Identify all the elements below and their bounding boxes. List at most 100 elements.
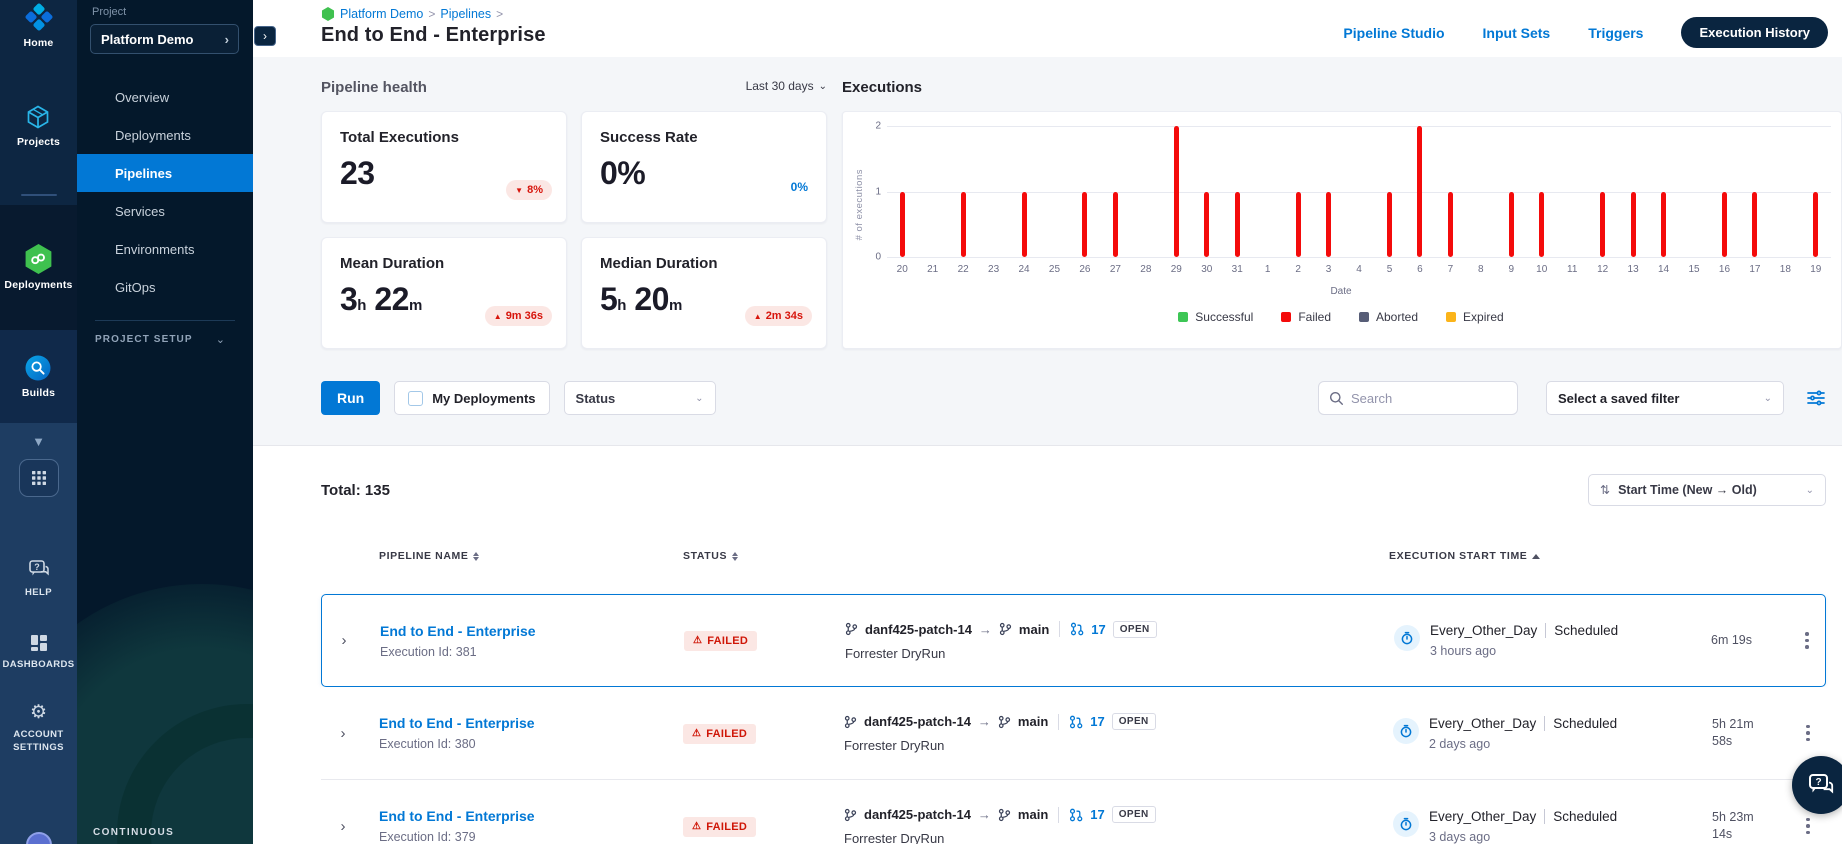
source-branch[interactable]: danf425-patch-14 xyxy=(864,714,971,729)
executions-section: Executions # of executions 2 1 0 20 21 2… xyxy=(842,79,1842,349)
chart-bar-slot: 11 xyxy=(1557,126,1587,283)
module-rail: Home Projects Deployments Builds ▼ ? HEL… xyxy=(0,0,77,844)
my-deployments-checkbox[interactable] xyxy=(408,390,424,406)
chart-x-tick: 3 xyxy=(1325,264,1332,275)
sidebar-item-deployments[interactable]: Deployments xyxy=(77,116,253,154)
sidebar-item-services[interactable]: Services xyxy=(77,192,253,230)
pipeline-name-link[interactable]: End to End - Enterprise xyxy=(379,808,671,824)
row-expand-chevron[interactable]: › xyxy=(321,725,365,742)
my-deployments-filter[interactable]: My Deployments xyxy=(394,381,550,415)
sidebar-item-pipelines[interactable]: Pipelines xyxy=(77,154,253,192)
chart-bar xyxy=(1447,191,1453,257)
execution-row[interactable]: › End to End - Enterprise Execution Id: … xyxy=(321,594,1826,687)
column-header-pipeline-name[interactable]: PIPELINE NAME xyxy=(365,550,671,562)
rail-module-builds[interactable]: Builds xyxy=(0,330,77,423)
divider xyxy=(1058,713,1060,730)
column-header-status[interactable]: STATUS xyxy=(671,550,831,562)
tab-execution-history[interactable]: Execution History xyxy=(1681,17,1828,48)
rail-item-home[interactable]: Home xyxy=(24,2,54,49)
time-range-label: Last 30 days xyxy=(745,79,814,93)
chart-x-tick: 22 xyxy=(957,264,969,275)
status-dropdown-label: Status xyxy=(575,390,616,406)
success-rate-value: 0% xyxy=(600,155,646,191)
arrow-right-icon: → xyxy=(977,807,991,822)
pr-number[interactable]: 17 xyxy=(1090,807,1104,822)
help-chat-icon: ? xyxy=(28,560,49,576)
run-button[interactable]: Run xyxy=(321,381,381,415)
rail-item-dashboards[interactable]: DASHBOARDS xyxy=(2,633,74,671)
pipeline-name-link[interactable]: End to End - Enterprise xyxy=(379,715,671,731)
project-hexagon-icon xyxy=(321,7,335,21)
sidebar-item-gitops[interactable]: GitOps xyxy=(77,268,253,306)
target-branch[interactable]: main xyxy=(1018,714,1048,729)
chevron-right-icon: › xyxy=(263,29,267,43)
module-picker-button[interactable] xyxy=(18,459,59,497)
target-branch[interactable]: main xyxy=(1019,622,1049,637)
chart-bar-slot: 20 xyxy=(887,126,917,283)
filter-settings-button[interactable] xyxy=(1806,389,1826,407)
rail-divider xyxy=(20,194,57,196)
builds-icon xyxy=(25,355,51,381)
search-input[interactable] xyxy=(1351,390,1507,406)
chart-bar-slot: 3 xyxy=(1313,126,1343,283)
chart-x-tick: 9 xyxy=(1508,264,1515,275)
breadcrumb-separator: > xyxy=(496,7,504,21)
row-menu-button[interactable] xyxy=(1790,724,1826,742)
executions-table-section: Total: 135 ⇅ Start Time (New → Old) ⌄ PI… xyxy=(253,446,1842,844)
project-selector[interactable]: Platform Demo › xyxy=(90,24,239,54)
time-range-dropdown[interactable]: Last 30 days ⌄ xyxy=(746,79,827,93)
breadcrumb-project[interactable]: Platform Demo xyxy=(340,7,423,21)
pr-number[interactable]: 17 xyxy=(1090,714,1104,729)
rail-module-deployments[interactable]: Deployments xyxy=(0,205,77,330)
project-setup-toggle[interactable]: PROJECT SETUP ⌄ xyxy=(77,333,253,346)
card-label: Mean Duration xyxy=(340,255,445,272)
rail-item-projects[interactable]: Projects xyxy=(17,103,60,148)
row-menu-button[interactable] xyxy=(1789,632,1825,649)
sidebar-expand-button[interactable]: › xyxy=(254,26,276,46)
status-dropdown[interactable]: Status ⌄ xyxy=(563,381,716,415)
breadcrumb-pipelines[interactable]: Pipelines xyxy=(440,7,491,21)
pr-number[interactable]: 17 xyxy=(1091,622,1105,637)
rail-item-account-settings[interactable]: ⚙ ACCOUNT SETTINGS xyxy=(0,703,77,754)
chevron-down-icon: ⌄ xyxy=(215,334,225,346)
execution-row[interactable]: › End to End - Enterprise Execution Id: … xyxy=(321,687,1826,780)
sidebar-divider xyxy=(95,320,235,321)
legend-item: Successful xyxy=(1178,310,1253,324)
chart-bar-slot: 30 xyxy=(1192,126,1222,283)
pipeline-name-link[interactable]: End to End - Enterprise xyxy=(380,623,672,639)
triangle-up-icon: ▲ xyxy=(493,311,502,321)
sort-dropdown[interactable]: ⇅ Start Time (New → Old) ⌄ xyxy=(1588,474,1826,506)
relative-time: 3 hours ago xyxy=(1430,644,1497,658)
tab-input-sets[interactable]: Input Sets xyxy=(1483,25,1551,41)
source-branch[interactable]: danf425-patch-14 xyxy=(864,807,971,822)
sidebar-item-overview[interactable]: Overview xyxy=(77,78,253,116)
filter-sliders-icon xyxy=(1807,390,1825,406)
rail-collapse-icon[interactable]: ▼ xyxy=(32,435,45,449)
chart-bar-slot: 17 xyxy=(1740,126,1770,283)
sidebar-item-environments[interactable]: Environments xyxy=(77,230,253,268)
median-duration-delta-badge: ▲ 2m 34s xyxy=(744,306,812,326)
user-avatar[interactable] xyxy=(25,832,52,844)
tab-pipeline-studio[interactable]: Pipeline Studio xyxy=(1343,25,1444,41)
rail-item-help[interactable]: ? HELP xyxy=(25,559,52,599)
saved-filter-dropdown[interactable]: Select a saved filter ⌄ xyxy=(1546,381,1784,415)
row-expand-chevron[interactable]: › xyxy=(321,818,365,835)
module-footer-label: CONTINUOUS xyxy=(93,827,175,838)
chart-bar-slot: 24 xyxy=(1009,126,1039,283)
rail-item-label: Home xyxy=(23,37,54,49)
target-branch[interactable]: main xyxy=(1018,807,1048,822)
executions-title: Executions xyxy=(842,79,923,96)
help-chat-fab[interactable]: ? xyxy=(1792,756,1842,814)
sidebar-footer: CONTINUOUS xyxy=(77,822,253,844)
chart-bar-slot: 19 xyxy=(1801,126,1831,283)
chart-bar xyxy=(1021,191,1027,257)
row-menu-button[interactable] xyxy=(1790,817,1826,835)
tab-triggers[interactable]: Triggers xyxy=(1588,25,1643,41)
row-expand-chevron[interactable]: › xyxy=(322,632,366,649)
chart-x-tick: 7 xyxy=(1447,264,1454,275)
trigger-name: Forrester DryRun xyxy=(845,645,946,661)
status-badge-failed: ⚠ FAILED xyxy=(683,816,757,837)
source-branch[interactable]: danf425-patch-14 xyxy=(865,622,972,637)
column-header-execution-start-time[interactable]: EXECUTION START TIME xyxy=(1379,550,1694,562)
execution-row[interactable]: › End to End - Enterprise Execution Id: … xyxy=(321,780,1826,844)
